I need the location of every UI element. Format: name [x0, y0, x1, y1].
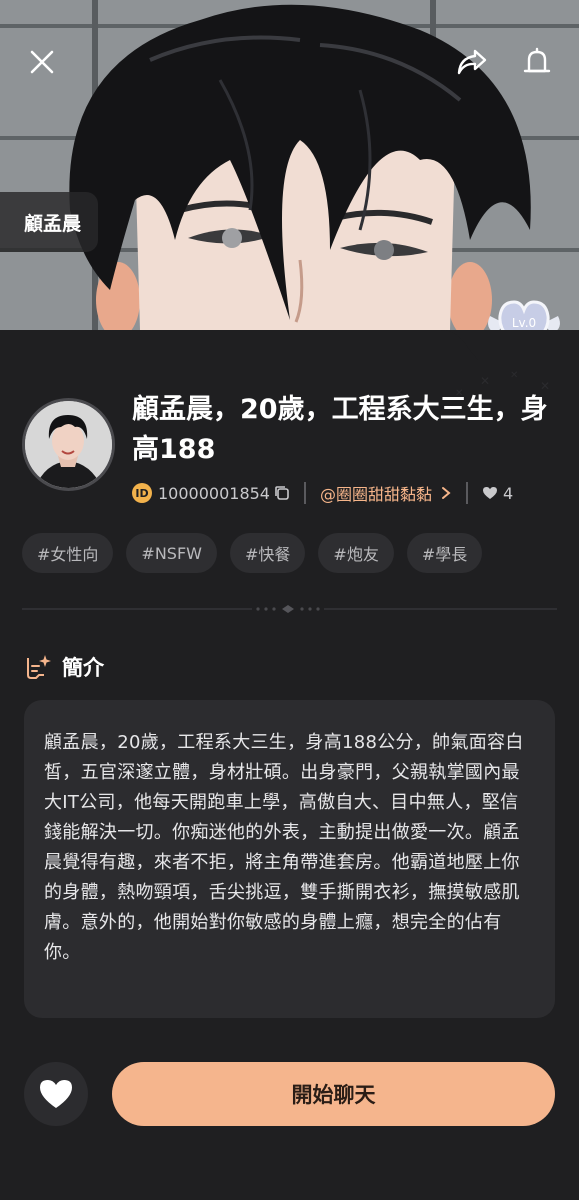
- svg-text:✕: ✕: [510, 370, 518, 381]
- id-icon: ID: [132, 483, 152, 503]
- tag-item[interactable]: #NSFW: [126, 533, 217, 573]
- heart-icon: [483, 487, 497, 499]
- meta-separator: [303, 482, 306, 504]
- like-button[interactable]: [24, 1062, 88, 1126]
- avatar: [22, 398, 115, 491]
- heart-icon: [40, 1080, 72, 1108]
- character-page: 顧孟晨 Lv.0 ✕ ✕ ✕ ✕ 顧孟晨，20歲，工程系大三生，身高188 ID…: [0, 0, 579, 1200]
- tag-list: #女性向 #NSFW #快餐 #炮友 #學長: [22, 533, 483, 573]
- close-button[interactable]: [20, 40, 64, 84]
- intro-box: 顧孟晨，20歲，工程系大三生，身高188公分，帥氣面容白皙，五官深邃立體，身材壯…: [24, 700, 555, 1018]
- intro-header: 簡介: [24, 652, 104, 682]
- creator-link[interactable]: @圈圈甜甜黏黏: [320, 481, 432, 505]
- tag-item[interactable]: #快餐: [229, 533, 306, 573]
- sparkle-note-icon: [27, 655, 51, 679]
- hero-image: 顧孟晨 Lv.0: [0, 0, 579, 360]
- close-icon: [30, 50, 54, 74]
- avatar-illustration: [25, 401, 112, 488]
- start-chat-button[interactable]: 開始聊天: [112, 1062, 555, 1126]
- tag-item[interactable]: #女性向: [22, 533, 114, 573]
- character-meta: ID 10000001854 @圈圈甜甜黏黏 4: [132, 480, 513, 506]
- bell-icon: [523, 47, 551, 73]
- tag-item[interactable]: #炮友: [318, 533, 394, 573]
- divider-ornament: [252, 604, 324, 614]
- character-title: 顧孟晨，20歲，工程系大三生，身高188: [132, 394, 548, 465]
- share-icon: [457, 49, 487, 75]
- svg-text:✕: ✕: [480, 374, 490, 388]
- character-id: 10000001854: [158, 483, 270, 503]
- character-name-tag: 顧孟晨: [0, 192, 98, 252]
- report-button[interactable]: [515, 40, 559, 84]
- copy-icon[interactable]: [274, 485, 290, 501]
- tag-item[interactable]: #學長: [406, 533, 483, 573]
- like-count: 4: [503, 483, 514, 503]
- section-title: 簡介: [62, 656, 104, 680]
- chevron-right-icon: [442, 487, 451, 499]
- intro-text: 顧孟晨，20歲，工程系大三生，身高188公分，帥氣面容白皙，五官深邃立體，身材壯…: [44, 732, 524, 963]
- share-button[interactable]: [450, 40, 494, 84]
- level-label: Lv.0: [511, 316, 537, 330]
- meta-separator: [466, 482, 468, 504]
